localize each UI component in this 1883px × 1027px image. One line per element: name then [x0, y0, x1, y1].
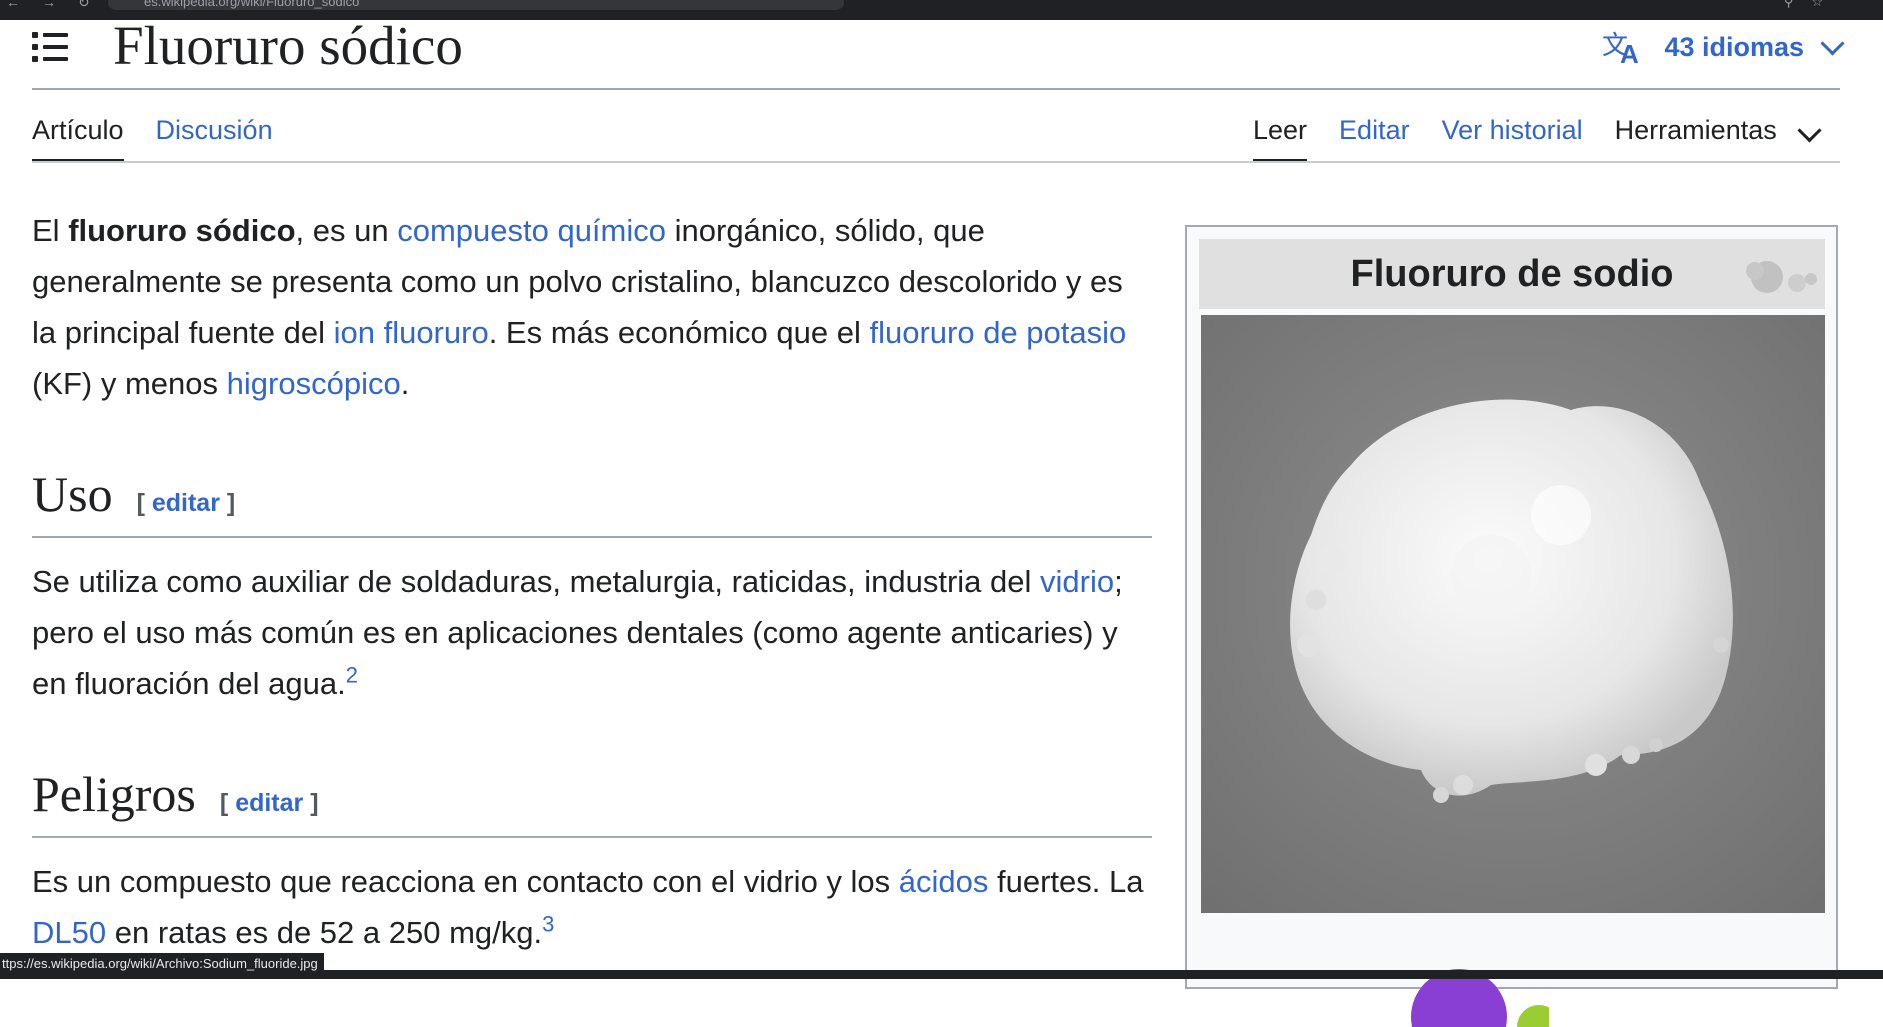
reload-icon[interactable]: ↻	[78, 0, 112, 10]
section-edit: [ editar ]	[137, 489, 236, 517]
section-heading-peligros: Peligros [ editar ]	[32, 764, 1152, 838]
link-acidos[interactable]: ácidos	[899, 864, 989, 899]
bracket: [	[219, 789, 236, 817]
text: . Es más económico que el	[488, 315, 870, 350]
text: , es un	[295, 213, 398, 248]
sodium-fluoride-photo[interactable]	[1201, 315, 1825, 913]
tab-article[interactable]: Artículo	[32, 110, 124, 163]
forward-icon[interactable]: →	[42, 0, 78, 10]
text: fuertes. La	[988, 864, 1144, 899]
back-icon[interactable]: ←	[6, 0, 42, 10]
search-icon[interactable]: ⚲	[1784, 0, 1812, 9]
link-vidrio[interactable]: vidrio	[1040, 564, 1114, 599]
address-bar[interactable]: es.wikipedia.org/wiki/Fluoruro_sódico	[108, 0, 844, 10]
text: .	[400, 366, 410, 401]
bracket: [	[136, 489, 152, 517]
text: (KF) y menos	[32, 366, 227, 401]
link-fluoruro-de-potasio[interactable]: fluoruro de potasio	[869, 315, 1126, 350]
status-bar-link-preview: ttps://es.wikipedia.org/wiki/Archivo:Sod…	[0, 953, 324, 975]
link-ion-fluoruro[interactable]: ion fluoruro	[334, 315, 489, 350]
svg-text:A: A	[1620, 39, 1639, 64]
infobox-title: Fluoruro de sodio	[1199, 239, 1825, 309]
chevron-down-icon	[1820, 30, 1845, 56]
section-edit: [ editar ]	[220, 789, 319, 817]
page-title: Fluoruro sódico	[113, 15, 463, 76]
molecule-model-image[interactable]	[1409, 947, 1549, 1027]
tabs-divider	[32, 161, 1840, 163]
link-compuesto-quimico[interactable]: compuesto químico	[397, 213, 666, 248]
link-higroscopico[interactable]: higroscópico	[227, 366, 401, 401]
tab-edit[interactable]: Editar	[1339, 110, 1410, 160]
reference-link[interactable]: 3	[542, 912, 554, 937]
tools-menu-label: Herramientas	[1614, 115, 1777, 145]
browser-nav-icons[interactable]: ←→↻	[6, 0, 112, 11]
title-divider	[32, 88, 1840, 90]
tab-discussion[interactable]: Discusión	[156, 110, 273, 160]
languages-button[interactable]: 文 A 43 idiomas	[1602, 27, 1845, 67]
infobox: Fluoruro de sodio	[1185, 225, 1838, 1027]
edit-section-link[interactable]: editar	[235, 789, 303, 817]
link-dl50[interactable]: DL50	[32, 915, 106, 950]
edit-section-link[interactable]: editar	[152, 489, 220, 517]
tab-read[interactable]: Leer	[1253, 110, 1308, 163]
address-bar-text: es.wikipedia.org/wiki/Fluoruro_sódico	[144, 0, 360, 9]
star-icon[interactable]: ☆	[1811, 0, 1841, 9]
article-content: El fluoruro sódico, es un compuesto quím…	[32, 205, 1152, 958]
text: El	[32, 213, 69, 248]
tab-history[interactable]: Ver historial	[1442, 110, 1583, 160]
section-title: Uso	[32, 466, 113, 522]
bracket: ]	[219, 489, 236, 517]
text: Es un compuesto que reacciona en contact…	[32, 864, 899, 899]
intro-paragraph: El fluoruro sódico, es un compuesto quím…	[32, 205, 1152, 409]
text: en ratas es de 52 a 250 mg/kg.	[106, 915, 543, 950]
molecule-icon	[1746, 261, 1817, 293]
languages-label: 43 idiomas	[1664, 31, 1804, 62]
uso-paragraph: Se utiliza como auxiliar de soldaduras, …	[32, 556, 1152, 709]
menu-list-icon[interactable]	[30, 30, 70, 64]
tools-menu[interactable]: Herramientas	[1614, 110, 1822, 160]
chevron-down-icon	[1797, 118, 1822, 143]
section-title: Peligros	[32, 766, 196, 822]
namespace-tabs: Artículo Discusión	[32, 110, 305, 163]
reference-link[interactable]: 2	[346, 663, 358, 688]
translate-icon: 文 A	[1602, 30, 1639, 64]
bracket: ]	[303, 789, 319, 817]
view-tabs: Leer Editar Ver historial Herramientas	[1253, 110, 1850, 163]
browser-right-icons: ⚲☆	[1784, 0, 1841, 10]
peligros-paragraph: Es un compuesto que reacciona en contact…	[32, 856, 1152, 958]
bold-term: fluoruro sódico	[68, 213, 296, 248]
section-heading-uso: Uso [ editar ]	[32, 464, 1152, 538]
infobox-title-text: Fluoruro de sodio	[1350, 253, 1674, 295]
text: Se utiliza como auxiliar de soldaduras, …	[32, 564, 1040, 599]
